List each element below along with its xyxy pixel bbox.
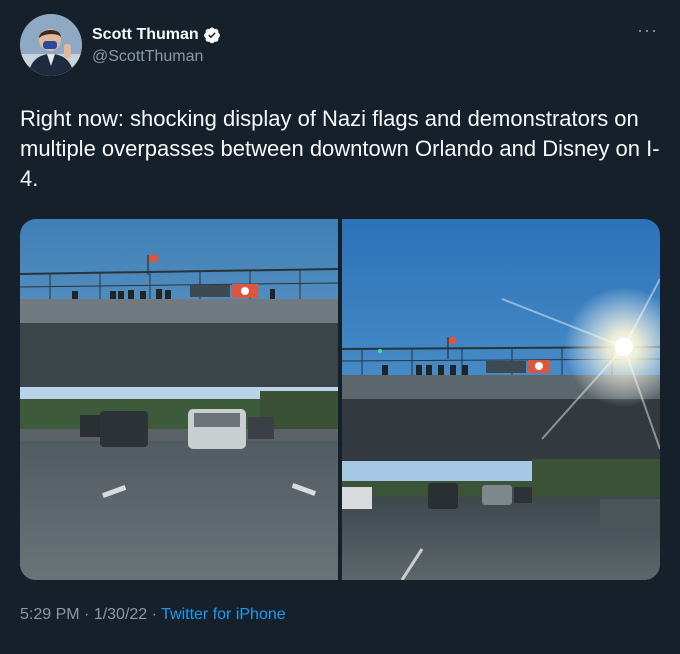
display-name-row[interactable]: Scott Thuman: [92, 26, 221, 44]
handle[interactable]: @ScottThuman: [92, 48, 221, 66]
avatar[interactable]: [20, 14, 82, 76]
more-options-icon[interactable]: ···: [637, 20, 658, 41]
author-names: Scott Thuman @ScottThuman: [92, 26, 221, 66]
display-name[interactable]: Scott Thuman: [92, 26, 199, 44]
overpass-photo-1[interactable]: [20, 219, 338, 580]
media-grid: [20, 219, 660, 580]
tweet-time[interactable]: 5:29 PM: [20, 606, 80, 623]
tweet-source-link[interactable]: Twitter for iPhone: [161, 606, 286, 623]
tweet-date[interactable]: 1/30/22: [94, 606, 147, 623]
tweet-text: Right now: shocking display of Nazi flag…: [20, 106, 660, 191]
meta-separator: ·: [147, 606, 162, 623]
tweet-meta: 5:29 PM · 1/30/22 · Twitter for iPhone: [20, 606, 286, 624]
meta-separator: ·: [79, 606, 94, 623]
tweet: Scott Thuman @ScottThuman ··· Right now:…: [0, 0, 680, 654]
overpass-photo-2[interactable]: [342, 219, 660, 580]
tweet-header: Scott Thuman @ScottThuman ···: [20, 14, 660, 78]
verified-badge-icon: [203, 26, 221, 44]
